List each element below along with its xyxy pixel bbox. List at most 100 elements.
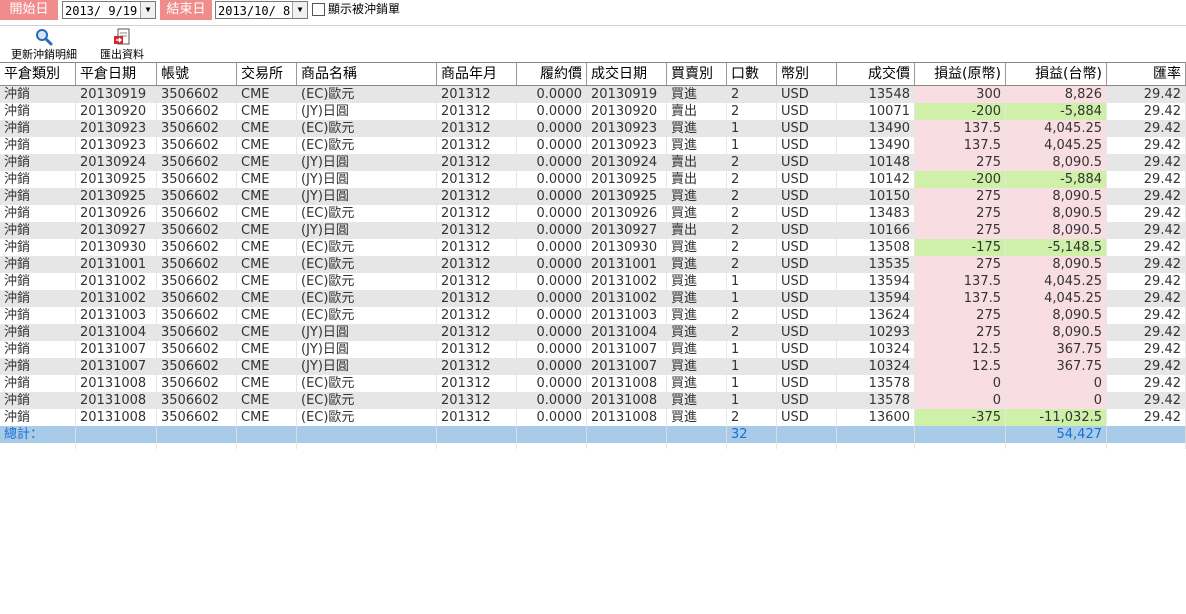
cell-exchange: CME <box>237 103 297 120</box>
cell-buy-sell: 買進 <box>667 256 727 273</box>
export-document-icon <box>114 28 130 45</box>
table-row[interactable]: 沖銷 20131008 3506602 CME (EC)歐元 201312 0.0000 20… <box>0 409 1186 426</box>
column-header-trade-price[interactable]: 成交價 <box>837 63 915 85</box>
cell-product-month: 201312 <box>437 341 517 358</box>
total-cell-empty <box>777 426 837 443</box>
chevron-down-icon[interactable]: ▼ <box>292 2 307 18</box>
cell-trade-price: 10293 <box>837 324 915 341</box>
cell-pnl-original: -200 <box>915 171 1006 188</box>
column-header-account[interactable]: 帳號 <box>157 63 237 85</box>
cell-pnl-original: 275 <box>915 205 1006 222</box>
column-header-buy-sell[interactable]: 買賣別 <box>667 63 727 85</box>
refresh-offset-details-button[interactable]: 更新沖銷明細 <box>6 28 82 62</box>
table-row[interactable]: 沖銷 20131007 3506602 CME (JY)日圓 201312 0.0000 20… <box>0 341 1186 358</box>
show-offset-checkbox[interactable] <box>312 3 325 16</box>
cell-trade-price: 10148 <box>837 154 915 171</box>
export-data-label: 匯出資料 <box>100 48 144 61</box>
cell-strike-price: 0.0000 <box>517 205 587 222</box>
chevron-down-icon[interactable]: ▼ <box>140 2 155 18</box>
cell-strike-price: 0.0000 <box>517 188 587 205</box>
cell-close-date: 20130923 <box>76 120 157 137</box>
cell-quantity: 2 <box>727 256 777 273</box>
cell-close-date: 20130927 <box>76 222 157 239</box>
cell-strike-price: 0.0000 <box>517 256 587 273</box>
start-date-picker[interactable]: 2013/ 9/19 ▼ <box>62 1 156 19</box>
table-row[interactable]: 沖銷 20131002 3506602 CME (EC)歐元 201312 0.0000 20… <box>0 273 1186 290</box>
cell-exchange-rate: 29.42 <box>1107 341 1186 358</box>
cell-account: 3506602 <box>157 137 237 154</box>
cell-quantity: 2 <box>727 154 777 171</box>
table-row[interactable]: 沖銷 20130927 3506602 CME (JY)日圓 201312 0.0000 20… <box>0 222 1186 239</box>
cell-product-name: (JY)日圓 <box>297 154 437 171</box>
cell-product-month: 201312 <box>437 307 517 324</box>
cell-trade-price: 10324 <box>837 341 915 358</box>
empty-cell <box>237 443 297 449</box>
cell-buy-sell: 買進 <box>667 273 727 290</box>
table-row[interactable]: 沖銷 20130925 3506602 CME (JY)日圓 201312 0.0000 20… <box>0 188 1186 205</box>
column-header-exchange-rate[interactable]: 匯率 <box>1107 63 1186 85</box>
table-row[interactable]: 沖銷 20131001 3506602 CME (EC)歐元 201312 0.0000 20… <box>0 256 1186 273</box>
table-row[interactable]: 沖銷 20130923 3506602 CME (EC)歐元 201312 0.0000 20… <box>0 120 1186 137</box>
table-row[interactable]: 沖銷 20130919 3506602 CME (EC)歐元 201312 0.0000 20… <box>0 86 1186 103</box>
end-date-picker[interactable]: 2013/10/ 8 ▼ <box>215 1 308 19</box>
cell-quantity: 1 <box>727 358 777 375</box>
cell-pnl-twd: 4,045.25 <box>1006 120 1107 137</box>
cell-product-month: 201312 <box>437 392 517 409</box>
cell-exchange-rate: 29.42 <box>1107 222 1186 239</box>
table-row[interactable]: 沖銷 20130930 3506602 CME (EC)歐元 201312 0.0000 20… <box>0 239 1186 256</box>
cell-quantity: 1 <box>727 341 777 358</box>
table-row[interactable]: 沖銷 20131008 3506602 CME (EC)歐元 201312 0.0000 20… <box>0 392 1186 409</box>
cell-trade-price: 13624 <box>837 307 915 324</box>
column-header-close-type[interactable]: 平倉類別 <box>0 63 76 85</box>
cell-close-date: 20131003 <box>76 307 157 324</box>
cell-exchange: CME <box>237 341 297 358</box>
table-row[interactable]: 沖銷 20130920 3506602 CME (JY)日圓 201312 0.0000 20… <box>0 103 1186 120</box>
column-header-pnl-twd[interactable]: 損益(台幣) <box>1006 63 1107 85</box>
column-header-trade-date[interactable]: 成交日期 <box>587 63 667 85</box>
table-row[interactable]: 沖銷 20131008 3506602 CME (EC)歐元 201312 0.0000 20… <box>0 375 1186 392</box>
cell-product-month: 201312 <box>437 375 517 392</box>
cell-currency: USD <box>777 86 837 103</box>
table-row[interactable]: 沖銷 20131002 3506602 CME (EC)歐元 201312 0.0000 20… <box>0 290 1186 307</box>
column-header-quantity[interactable]: 口數 <box>727 63 777 85</box>
column-header-close-date[interactable]: 平倉日期 <box>76 63 157 85</box>
column-header-strike-price[interactable]: 履約價 <box>517 63 587 85</box>
cell-exchange-rate: 29.42 <box>1107 239 1186 256</box>
cell-close-date: 20130923 <box>76 137 157 154</box>
start-date-value: 2013/ 9/19 <box>65 4 138 18</box>
cell-product-name: (JY)日圓 <box>297 188 437 205</box>
cell-exchange-rate: 29.42 <box>1107 273 1186 290</box>
cell-product-month: 201312 <box>437 273 517 290</box>
cell-exchange-rate: 29.42 <box>1107 137 1186 154</box>
table-row[interactable]: 沖銷 20130924 3506602 CME (JY)日圓 201312 0.0000 20… <box>0 154 1186 171</box>
table-row[interactable]: 沖銷 20131004 3506602 CME (JY)日圓 201312 0.0000 20… <box>0 324 1186 341</box>
cell-exchange-rate: 29.42 <box>1107 171 1186 188</box>
column-header-exchange[interactable]: 交易所 <box>237 63 297 85</box>
cell-buy-sell: 買進 <box>667 358 727 375</box>
table-row[interactable]: 沖銷 20131007 3506602 CME (JY)日圓 201312 0.0000 20… <box>0 358 1186 375</box>
column-header-pnl-original[interactable]: 損益(原幣) <box>915 63 1006 85</box>
table-row[interactable]: 沖銷 20130925 3506602 CME (JY)日圓 201312 0.0000 20… <box>0 171 1186 188</box>
cell-close-date: 20130919 <box>76 86 157 103</box>
cell-product-name: (EC)歐元 <box>297 137 437 154</box>
cell-pnl-original: 137.5 <box>915 273 1006 290</box>
cell-trade-date: 20130923 <box>587 120 667 137</box>
show-offset-label[interactable]: 顯示被沖銷單 <box>328 2 400 16</box>
cell-exchange: CME <box>237 256 297 273</box>
empty-cell <box>587 443 667 449</box>
end-date-value: 2013/10/ 8 <box>218 4 291 18</box>
table-row[interactable]: 沖銷 20131003 3506602 CME (EC)歐元 201312 0.0000 20… <box>0 307 1186 324</box>
end-date-label: 結束日 <box>160 0 212 20</box>
cell-close-date: 20130926 <box>76 205 157 222</box>
cell-strike-price: 0.0000 <box>517 392 587 409</box>
export-data-button[interactable]: 匯出資料 <box>96 28 148 62</box>
table-row[interactable]: 沖銷 20130926 3506602 CME (EC)歐元 201312 0.0000 20… <box>0 205 1186 222</box>
table-row[interactable]: 沖銷 20130923 3506602 CME (EC)歐元 201312 0.0000 20… <box>0 137 1186 154</box>
column-header-currency[interactable]: 幣別 <box>777 63 837 85</box>
cell-strike-price: 0.0000 <box>517 409 587 426</box>
cell-trade-price: 13535 <box>837 256 915 273</box>
column-header-product-name[interactable]: 商品名稱 <box>297 63 437 85</box>
column-header-product-month[interactable]: 商品年月 <box>437 63 517 85</box>
cell-trade-date: 20131004 <box>587 324 667 341</box>
cell-currency: USD <box>777 103 837 120</box>
